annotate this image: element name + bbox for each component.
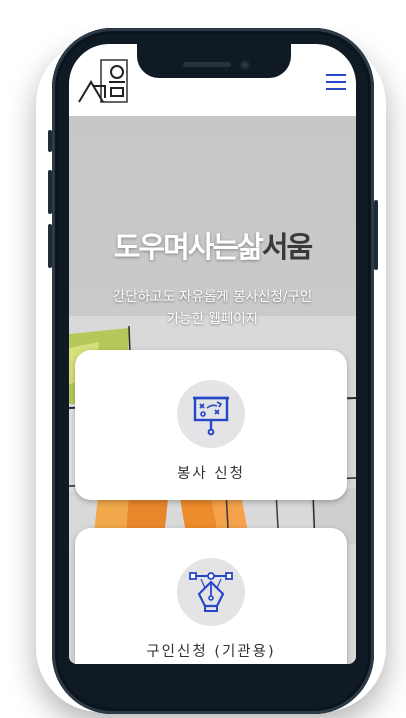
hero-title-dark: 서움: [261, 230, 313, 264]
volunteer-apply-label: 봉사 신청: [177, 466, 245, 482]
seoum-logo-icon[interactable]: [75, 58, 129, 104]
side-button-volume-up: [48, 170, 52, 214]
hero-subtitle-line2: 가능한 웹페이지: [166, 311, 259, 327]
phone-speaker: [183, 62, 231, 67]
presentation-board-icon: [177, 380, 245, 448]
side-button-power: [374, 200, 378, 270]
recruit-apply-label: 구인신청 (기관용): [146, 644, 276, 660]
hamburger-menu-icon[interactable]: [326, 74, 346, 90]
pen-tool-icon: [177, 558, 245, 626]
hero-subtitle: 간단하고도 자유롭게 봉사신청/구인 가능한 웹페이지: [77, 286, 348, 330]
volunteer-apply-card[interactable]: 봉사 신청: [75, 350, 347, 500]
phone-screen: 도우며사는삶서움 간단하고도 자유롭게 봉사신청/구인 가능한 웹페이지 봉사 …: [69, 44, 356, 664]
front-camera-icon: [240, 60, 250, 70]
hero-title: 도우며사는삶서움: [69, 224, 356, 266]
hero-subtitle-line1: 간단하고도 자유롭게 봉사신청/구인: [112, 289, 313, 305]
side-button-silent: [48, 130, 52, 152]
phone-notch: [137, 42, 291, 78]
hero-section: 도우며사는삶서움 간단하고도 자유롭게 봉사신청/구인 가능한 웹페이지 봉사 …: [69, 116, 356, 664]
side-button-volume-down: [48, 224, 52, 268]
hero-title-light: 도우며사는삶: [113, 230, 264, 264]
recruit-apply-card[interactable]: 구인신청 (기관용): [75, 528, 347, 664]
